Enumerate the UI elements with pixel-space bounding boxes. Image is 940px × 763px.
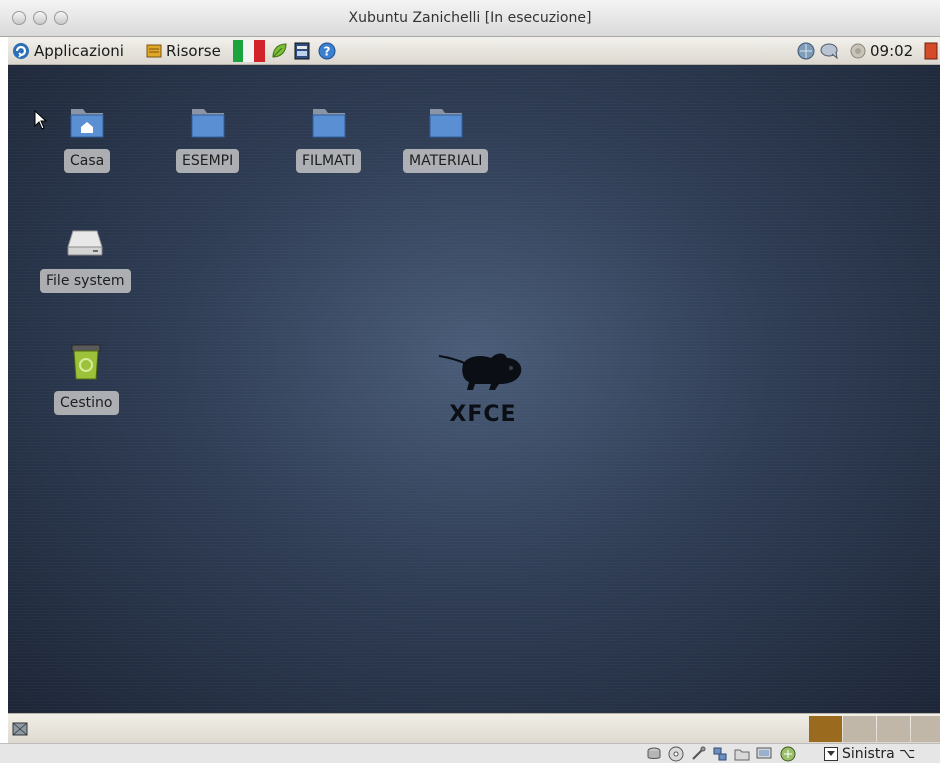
display-icon[interactable]	[756, 746, 772, 762]
help-launcher[interactable]: ?	[318, 41, 336, 61]
clock-time: 09:02	[870, 42, 914, 60]
desktop-icon-casa[interactable]: Casa	[64, 105, 111, 173]
show-desktop-icon	[12, 722, 28, 736]
leaf-icon	[272, 43, 287, 58]
drive-icon	[67, 230, 103, 256]
network-status-icon[interactable]	[712, 746, 728, 762]
logout-icon	[924, 42, 938, 60]
desktop-icon-label: Cestino	[54, 391, 119, 415]
network-icon	[797, 42, 815, 60]
workspace-3[interactable]	[877, 716, 910, 742]
desktop-icon-cestino[interactable]: Cestino	[54, 343, 119, 415]
places-icon	[146, 44, 162, 58]
xfce-logo: XFCE	[428, 350, 538, 427]
volume-tray[interactable]	[850, 41, 866, 61]
places-menu[interactable]: Risorse	[146, 41, 221, 61]
show-desktop-button[interactable]	[12, 721, 28, 740]
logout-button[interactable]	[924, 41, 938, 61]
shared-folder-icon[interactable]	[734, 746, 750, 762]
workspace-4[interactable]	[911, 716, 940, 742]
clock[interactable]: 09:02	[870, 41, 913, 61]
network-tray[interactable]	[796, 41, 816, 61]
mouse-pointer-icon	[34, 110, 48, 130]
desktop-icon-label: Casa	[64, 149, 111, 173]
top-panel: Applicazioni Risorse ? 09:02	[8, 37, 940, 65]
host-key-label: Sinistra ⌥	[842, 746, 916, 762]
desktop[interactable]: Casa ESEMPI FILMATI MATERIALI File syste…	[8, 65, 940, 713]
italy-flag-icon	[233, 40, 265, 62]
desktop-icon-file-system[interactable]: File system	[40, 225, 131, 293]
hard-disk-icon[interactable]	[646, 746, 662, 762]
desktop-icon-esempi[interactable]: ESEMPI	[176, 105, 240, 173]
applications-menu[interactable]: Applicazioni	[12, 41, 124, 61]
cdrom-icon[interactable]	[668, 746, 684, 762]
folder-icon	[312, 109, 346, 138]
capture-icon[interactable]	[780, 746, 796, 762]
desktop-icon-label: FILMATI	[296, 149, 362, 173]
help-icon: ?	[318, 42, 336, 60]
xfce-mouse-icon	[438, 353, 522, 390]
host-key-indicator-icon	[824, 747, 838, 761]
notes-launcher[interactable]	[294, 41, 310, 61]
usb-icon[interactable]	[690, 746, 706, 762]
workspace-2[interactable]	[843, 716, 876, 742]
desktop-icon-filmati[interactable]: FILMATI	[296, 105, 362, 173]
notes-icon	[294, 42, 310, 60]
workspace-1[interactable]	[809, 716, 842, 742]
xfce-menu-icon	[13, 43, 29, 59]
volume-icon	[850, 43, 866, 59]
desktop-icon-materiali[interactable]: MATERIALI	[403, 105, 489, 173]
trash-icon	[71, 344, 101, 380]
home-folder-icon	[70, 109, 104, 138]
chat-icon	[820, 43, 838, 60]
bottom-panel	[8, 713, 940, 743]
desktop-icon-label: MATERIALI	[403, 149, 489, 173]
language-launcher[interactable]	[233, 40, 265, 62]
window-titlebar: Xubuntu Zanichelli [In esecuzione]	[0, 0, 940, 37]
xfce-logo-text: XFCE	[449, 402, 517, 427]
leaf-launcher[interactable]	[270, 41, 288, 61]
folder-icon	[429, 109, 463, 138]
vm-status-bar: Sinistra ⌥	[0, 743, 940, 763]
desktop-icon-label: File system	[40, 269, 131, 293]
chat-tray[interactable]	[820, 41, 840, 61]
svg-text:?: ?	[324, 45, 331, 59]
window-title: Xubuntu Zanichelli [In esecuzione]	[348, 10, 592, 26]
places-menu-label: Risorse	[166, 42, 221, 60]
applications-menu-label: Applicazioni	[34, 42, 124, 60]
folder-icon	[191, 109, 225, 138]
desktop-icon-label: ESEMPI	[176, 149, 240, 173]
